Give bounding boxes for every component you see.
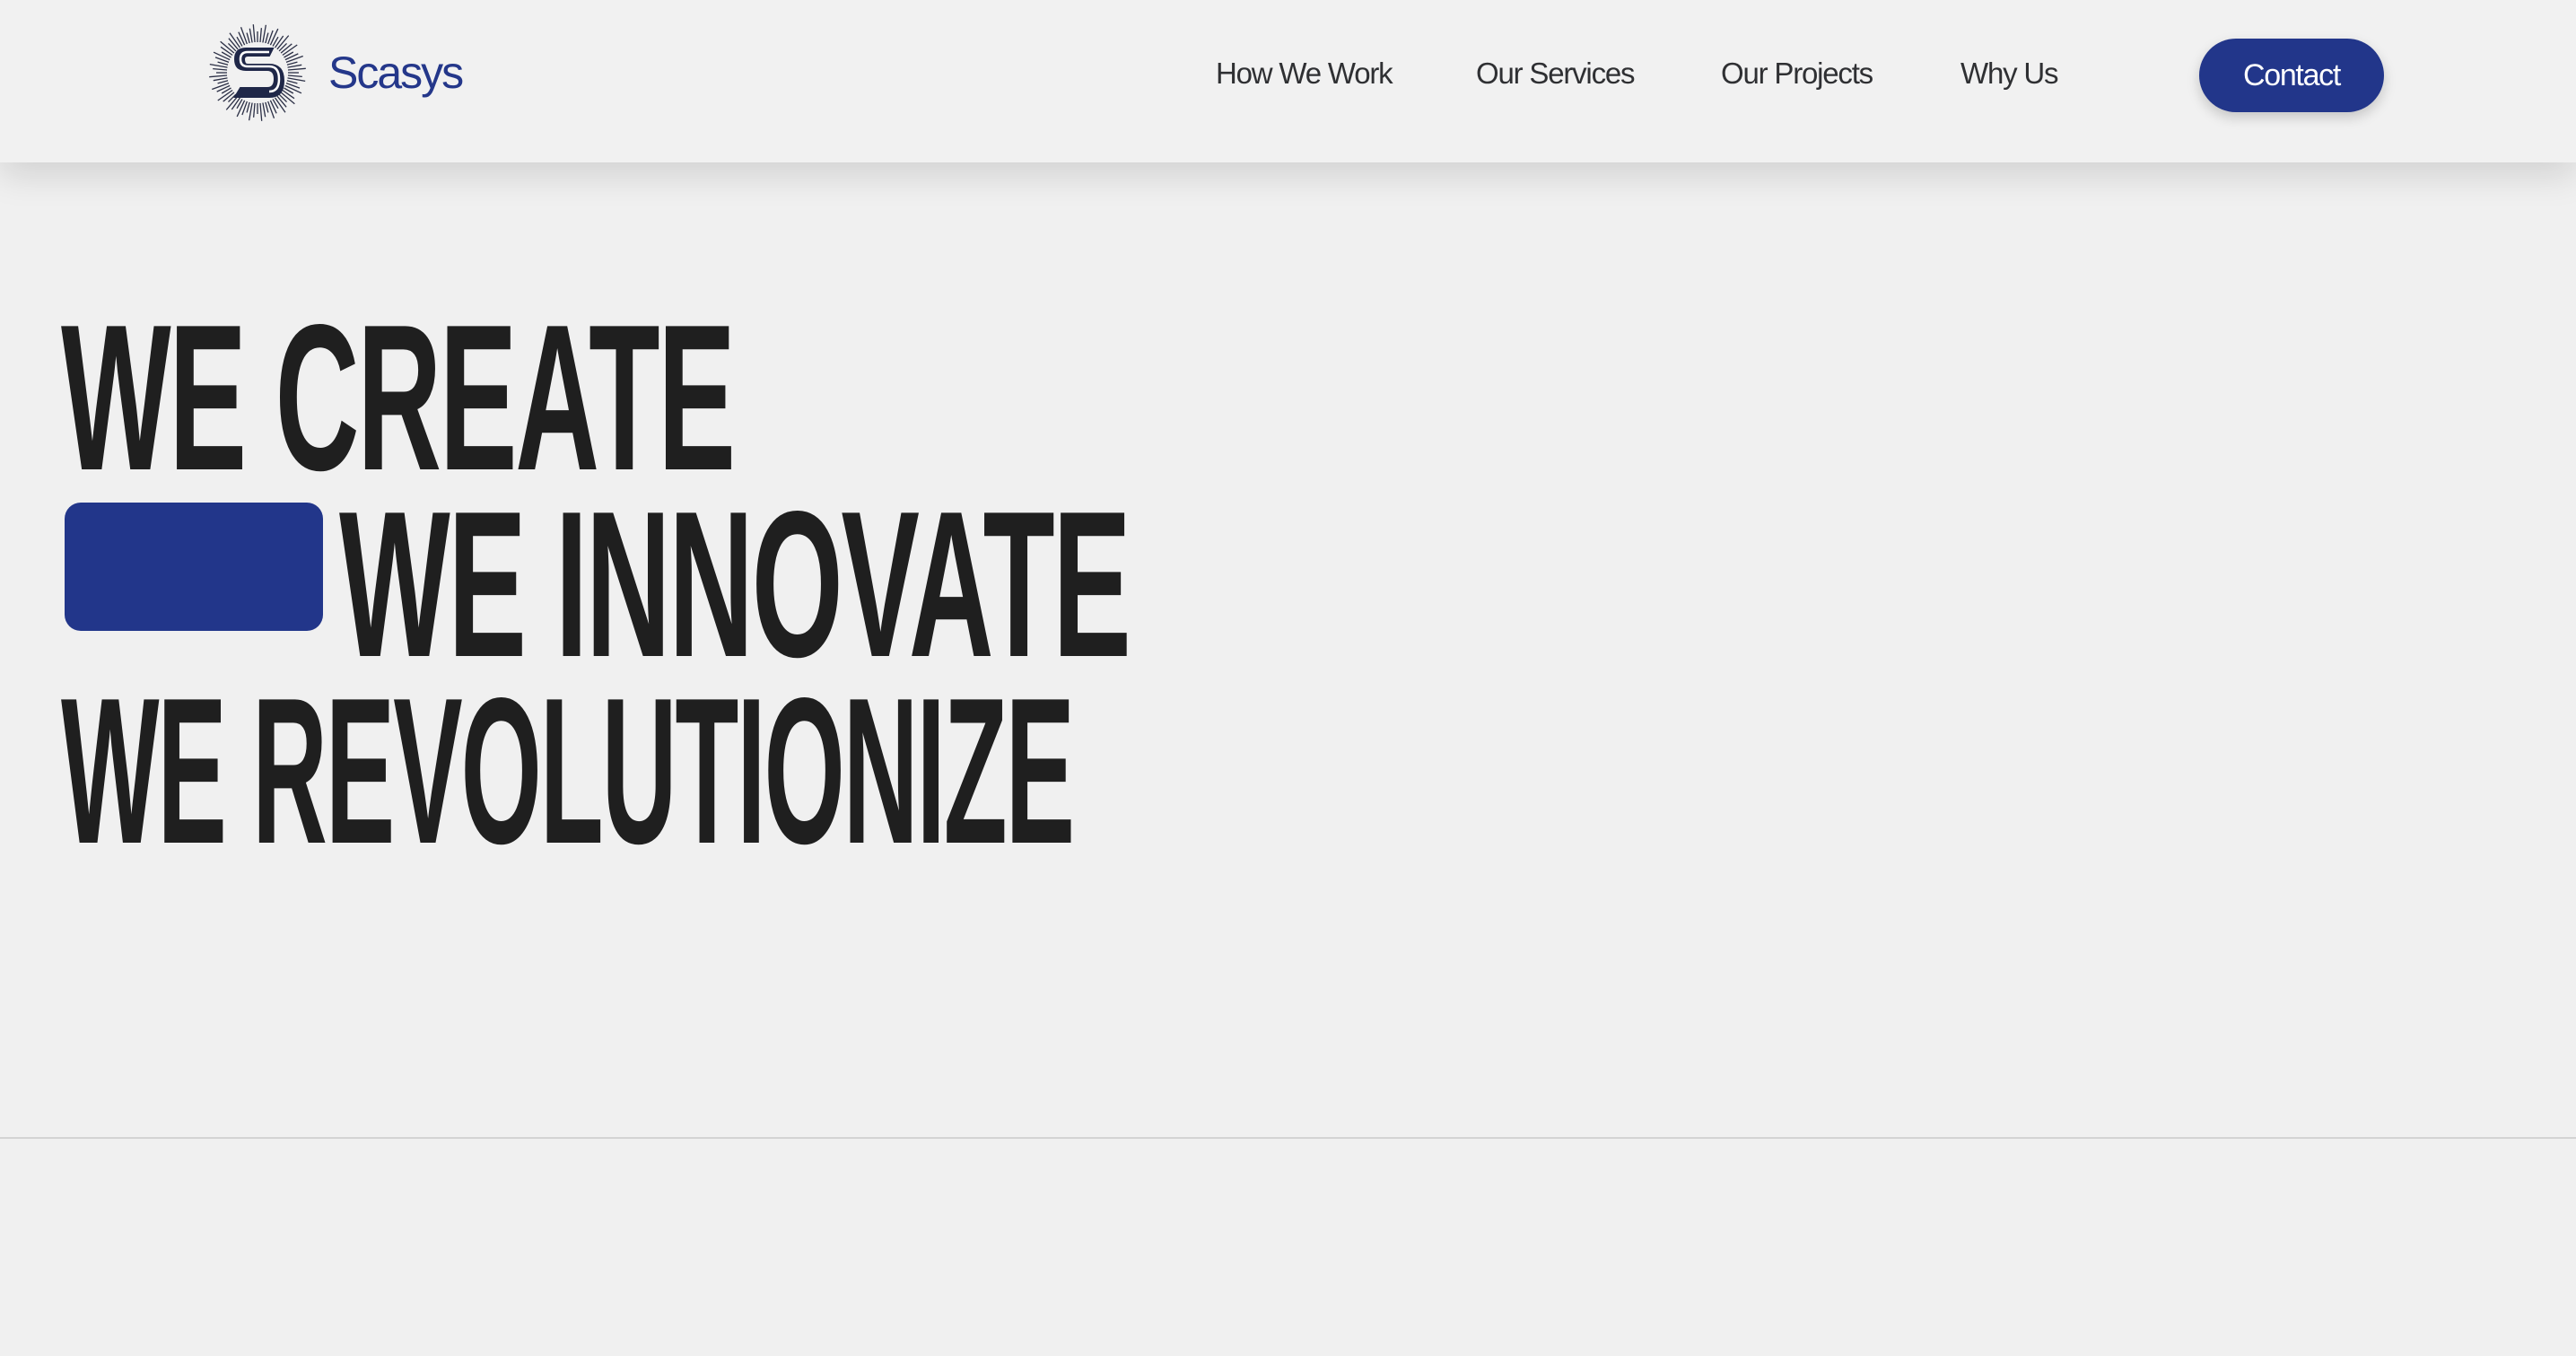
hero-accent-block (65, 503, 323, 631)
nav-link-our-services[interactable]: Our Services (1476, 57, 1636, 91)
brand-name: Scasys (328, 48, 464, 98)
section-divider (0, 1137, 2576, 1139)
starburst-s-logo-icon (209, 24, 306, 121)
hero-line-revolutionize: WE REVOLUTIONIZE (61, 655, 1075, 888)
nav-link-our-projects[interactable]: Our Projects (1721, 57, 1873, 91)
nav-link-why-us[interactable]: Why Us (1960, 57, 2059, 91)
brand-logo-link[interactable]: Scasys (208, 23, 464, 122)
nav-link-how-we-work[interactable]: How We Work (1216, 57, 1393, 91)
site-header: Scasys How We Work Our Services Our Proj… (0, 0, 2576, 162)
contact-button[interactable]: Contact (2199, 39, 2384, 112)
